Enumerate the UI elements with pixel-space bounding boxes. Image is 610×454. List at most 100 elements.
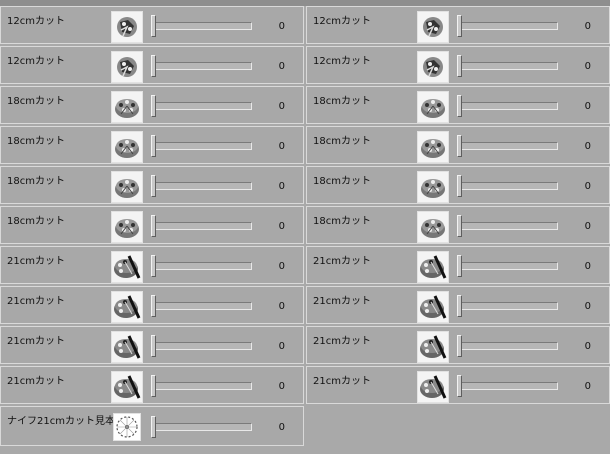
cake-21cm-icon: [417, 331, 449, 363]
slider-cell: 21cmカット 0: [0, 286, 304, 324]
slider-value: 0: [278, 422, 285, 433]
slider-track[interactable]: [458, 62, 558, 70]
cake-12cm-icon: [417, 51, 449, 83]
slider-handle[interactable]: [457, 55, 462, 77]
slider-track[interactable]: [458, 382, 558, 390]
slider-handle[interactable]: [457, 375, 462, 397]
item-label: 18cmカット: [313, 96, 371, 107]
slider-cell: 21cmカット 0: [306, 326, 610, 364]
cake-18cm-icon: [417, 91, 449, 123]
slider-cell: 21cmカット 0: [306, 246, 610, 284]
cake-21cm-icon: [111, 331, 143, 363]
slider-cell: 18cmカット 0: [306, 126, 610, 164]
cake-12cm-icon: [417, 11, 449, 43]
slider-cell: 12cmカット 0: [0, 46, 304, 84]
slider-handle[interactable]: [457, 135, 462, 157]
slider-cell: 18cmカット 0: [306, 86, 610, 124]
slider-value: 0: [278, 61, 285, 72]
slider-handle[interactable]: [457, 255, 462, 277]
slider-cell: 18cmカット 0: [0, 166, 304, 204]
slider-handle[interactable]: [457, 175, 462, 197]
slider-handle[interactable]: [151, 95, 156, 117]
slider-cell: 18cmカット 0: [0, 126, 304, 164]
slider-cell: 21cmカット 0: [0, 366, 304, 404]
slider-track[interactable]: [458, 22, 558, 30]
item-label: 18cmカット: [313, 216, 371, 227]
slider-handle[interactable]: [151, 215, 156, 237]
slider-value: 0: [584, 221, 591, 232]
item-label: 21cmカット: [313, 296, 371, 307]
slider-cell: 21cmカット 0: [306, 286, 610, 324]
item-label: 21cmカット: [313, 336, 371, 347]
item-label: 21cmカット: [313, 376, 371, 387]
slider-handle[interactable]: [151, 175, 156, 197]
slider-track[interactable]: [458, 342, 558, 350]
slider-value: 0: [278, 261, 285, 272]
cake-21cm-icon: [417, 371, 449, 403]
slider-value: 0: [278, 21, 285, 32]
cake-12cm-icon: [111, 11, 143, 43]
cake-18cm-icon: [111, 91, 143, 123]
slider-value: 0: [278, 381, 285, 392]
slider-track[interactable]: [152, 423, 252, 431]
slider-value: 0: [278, 101, 285, 112]
slider-cell: 21cmカット 0: [306, 366, 610, 404]
cake-21cm-icon: [111, 291, 143, 323]
slider-value: 0: [278, 141, 285, 152]
slider-track[interactable]: [458, 182, 558, 190]
slider-cell: 12cmカット 0: [306, 6, 610, 44]
item-label: 12cmカット: [313, 16, 371, 27]
slider-handle[interactable]: [151, 255, 156, 277]
slider-track[interactable]: [458, 262, 558, 270]
slider-track[interactable]: [152, 62, 252, 70]
cake-18cm-icon: [417, 171, 449, 203]
slider-handle[interactable]: [151, 15, 156, 37]
slider-handle[interactable]: [457, 295, 462, 317]
slider-handle[interactable]: [151, 135, 156, 157]
slider-value: 0: [278, 181, 285, 192]
slider-value: 0: [584, 141, 591, 152]
cake-21cm-icon: [417, 291, 449, 323]
slider-cell: 18cmカット 0: [0, 206, 304, 244]
slider-grid: 12cmカット 0 12cmカット 0 12cmカット 0 12cmカット 0 …: [0, 6, 610, 454]
slider-handle[interactable]: [457, 95, 462, 117]
slider-handle[interactable]: [457, 215, 462, 237]
slider-handle[interactable]: [151, 375, 156, 397]
slider-value: 0: [584, 301, 591, 312]
slider-value: 0: [584, 261, 591, 272]
item-label: 12cmカット: [7, 16, 65, 27]
slider-cell: 18cmカット 0: [0, 86, 304, 124]
slider-cell: ナイフ21cmカット見本 0: [0, 406, 304, 446]
slider-track[interactable]: [152, 302, 252, 310]
slider-track[interactable]: [458, 302, 558, 310]
item-label: 12cmカット: [7, 56, 65, 67]
cake-18cm-icon: [417, 211, 449, 243]
slider-value: 0: [584, 381, 591, 392]
item-label: 18cmカット: [7, 216, 65, 227]
slider-cell: 18cmカット 0: [306, 206, 610, 244]
slider-track[interactable]: [152, 142, 252, 150]
slider-handle[interactable]: [457, 335, 462, 357]
slider-handle[interactable]: [151, 295, 156, 317]
slider-value: 0: [584, 181, 591, 192]
slider-track[interactable]: [458, 102, 558, 110]
slider-cell: 21cmカット 0: [0, 326, 304, 364]
slider-handle[interactable]: [151, 416, 156, 438]
slider-track[interactable]: [152, 182, 252, 190]
slider-track[interactable]: [152, 262, 252, 270]
slider-handle[interactable]: [457, 15, 462, 37]
slider-track[interactable]: [152, 222, 252, 230]
slider-track[interactable]: [458, 222, 558, 230]
slider-value: 0: [278, 341, 285, 352]
slider-track[interactable]: [152, 382, 252, 390]
item-label: ナイフ21cmカット見本: [7, 416, 115, 427]
slider-handle[interactable]: [151, 335, 156, 357]
slider-track[interactable]: [152, 342, 252, 350]
slider-value: 0: [584, 341, 591, 352]
slider-track[interactable]: [152, 22, 252, 30]
slider-track[interactable]: [458, 142, 558, 150]
cake-18cm-icon: [417, 131, 449, 163]
slider-track[interactable]: [152, 102, 252, 110]
slider-handle[interactable]: [151, 55, 156, 77]
item-label: 18cmカット: [7, 136, 65, 147]
